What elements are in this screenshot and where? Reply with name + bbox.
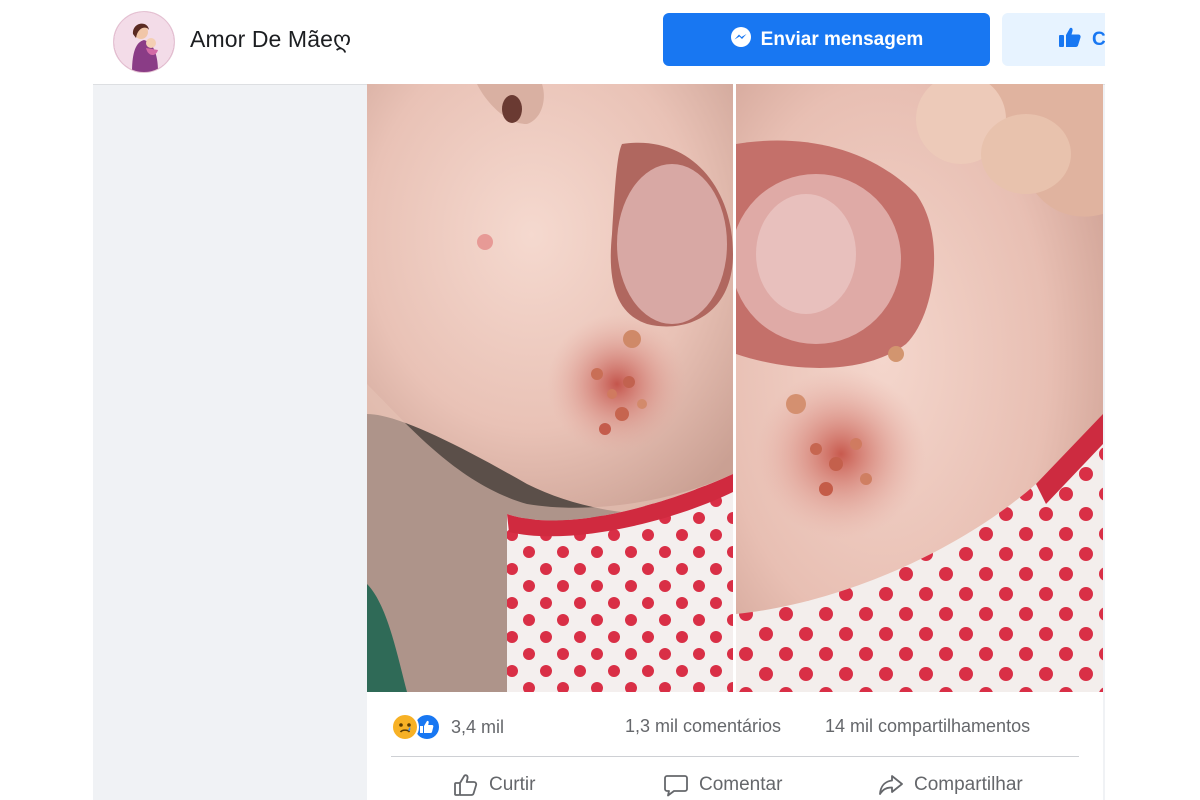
post-stats: 3,4 mil 1,3 mil comentários 14 mil compa… (367, 692, 1103, 758)
photo-left-panel (367, 84, 733, 692)
post-card: 3,4 mil 1,3 mil comentários 14 mil compa… (367, 84, 1103, 800)
messenger-icon (730, 26, 752, 54)
like-page-label: C (1092, 28, 1105, 50)
share-post-label: Compartilhar (914, 774, 1023, 795)
like-post-button[interactable]: Curtir (453, 773, 535, 797)
page-name[interactable]: Amor De Mãeღ (190, 26, 351, 53)
photo-right-panel (736, 84, 1103, 692)
post-photo[interactable] (367, 84, 1103, 692)
shares-count[interactable]: 14 mil compartilhamentos (825, 716, 1030, 737)
comment-post-button[interactable]: Comentar (663, 773, 782, 797)
page-header: Amor De Mãeღ Enviar mensagem C (93, 0, 1105, 85)
like-page-button[interactable]: C (1002, 13, 1105, 66)
comments-count[interactable]: 1,3 mil comentários (625, 716, 781, 737)
thumbs-up-outline-icon (453, 773, 479, 797)
comment-post-label: Comentar (699, 774, 783, 795)
facebook-page-frame: Amor De Mãeღ Enviar mensagem C 3,4 mil 1… (93, 0, 1105, 800)
reactions-count: 3,4 mil (451, 716, 505, 737)
reactions-summary[interactable]: 3,4 mil (391, 713, 505, 741)
comment-bubble-icon (663, 773, 689, 797)
send-message-label: Enviar mensagem (760, 28, 924, 50)
like-post-label: Curtir (489, 774, 536, 795)
post-actions: Curtir Comentar Compartilhar (367, 757, 1103, 800)
thumbs-up-icon (1058, 26, 1082, 54)
share-post-button[interactable]: Compartilhar (878, 773, 1023, 797)
share-arrow-icon (878, 773, 904, 797)
page-avatar[interactable] (113, 11, 175, 73)
send-message-button[interactable]: Enviar mensagem (663, 13, 990, 66)
sad-face-icon (391, 713, 419, 741)
